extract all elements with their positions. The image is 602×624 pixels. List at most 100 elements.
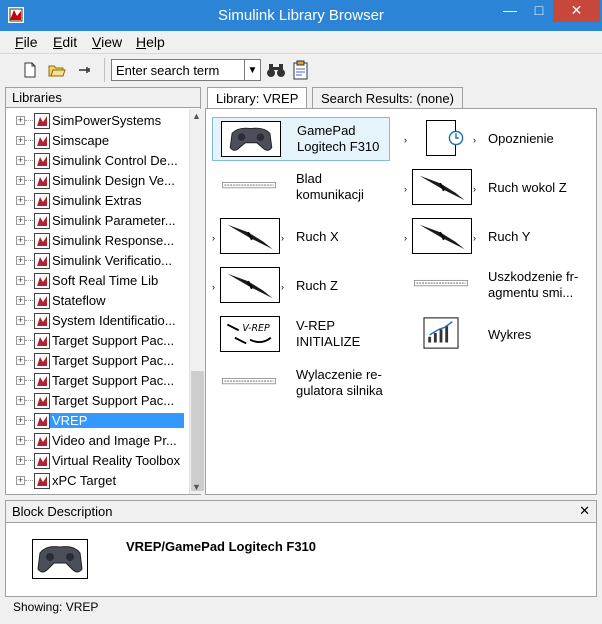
- tree-item-label: Simulink Response...: [52, 233, 175, 248]
- tab-search-results[interactable]: Search Results: (none): [312, 87, 463, 109]
- block-opoznienie[interactable]: › › Opoznienie: [404, 117, 582, 161]
- expand-icon[interactable]: +: [16, 136, 25, 145]
- tree-item-library[interactable]: + Simulink Parameter...: [6, 211, 184, 231]
- library-icon: [34, 173, 50, 189]
- expand-icon[interactable]: +: [16, 176, 25, 185]
- menu-help[interactable]: Help: [136, 34, 165, 50]
- tree-item-library[interactable]: + Video and Image Pr...: [6, 431, 184, 451]
- search-input[interactable]: Enter search term: [111, 59, 245, 81]
- block-ruch-x[interactable]: › › Ruch X: [212, 215, 390, 259]
- tree-item-library[interactable]: + Stateflow: [6, 291, 184, 311]
- tree-item-label: Soft Real Time Lib: [52, 273, 159, 288]
- block-label: Ruch Z: [296, 278, 338, 293]
- menu-mnemonic: V: [92, 34, 102, 50]
- block-label: V-REP INITIALIZE: [296, 318, 361, 349]
- block-gamepad[interactable]: GamePad Logitech F310: [212, 117, 390, 161]
- block-description-header: Block Description ✕: [6, 501, 596, 523]
- tree-item-label: Stateflow: [52, 293, 106, 308]
- tree-item-label: Target Support Pac...: [52, 393, 175, 408]
- expand-icon[interactable]: +: [16, 296, 25, 305]
- expand-icon[interactable]: +: [16, 116, 25, 125]
- tab-library[interactable]: Library: VREP: [207, 87, 308, 109]
- expand-icon[interactable]: +: [16, 336, 25, 345]
- search-dropdown-icon[interactable]: ▼: [245, 59, 261, 81]
- library-icon: [34, 213, 50, 229]
- close-button[interactable]: ✕: [553, 0, 600, 22]
- tree-item-library[interactable]: + VREP: [6, 411, 184, 431]
- minimize-button[interactable]: —: [496, 0, 524, 22]
- tree-item-library[interactable]: + Simscape: [6, 131, 184, 151]
- text-block-icon: [412, 267, 472, 303]
- tree-item-label: Simulink Extras: [52, 193, 142, 208]
- menu-edit[interactable]: Edit: [53, 34, 77, 50]
- expand-icon[interactable]: +: [16, 196, 25, 205]
- expand-icon[interactable]: +: [16, 316, 25, 325]
- tree-item-library[interactable]: + Soft Real Time Lib: [6, 271, 184, 291]
- block-vrep-initialize[interactable]: V-REP V-REP INITIALIZE: [212, 313, 390, 357]
- libraries-header: Libraries: [6, 88, 200, 108]
- block-label: Opoznienie: [488, 131, 554, 146]
- pin-icon[interactable]: [76, 62, 92, 78]
- library-icon: [34, 113, 50, 129]
- expand-icon[interactable]: +: [16, 356, 25, 365]
- expand-icon[interactable]: +: [16, 456, 25, 465]
- tree-item-library[interactable]: + Target Support Pac...: [6, 331, 184, 351]
- chart-block-icon: [412, 316, 472, 352]
- library-icon: [34, 273, 50, 289]
- blocks-grid: GamePad Logitech F310 › › Opoznienie Blad ko…: [206, 109, 596, 494]
- toolbar-separator: [104, 58, 105, 82]
- menu-file[interactable]: File: [15, 34, 38, 50]
- scroll-up-icon[interactable]: ▲: [192, 111, 201, 121]
- block-ruch-y[interactable]: › › Ruch Y: [404, 215, 582, 259]
- library-icon: [34, 353, 50, 369]
- library-icon: [34, 233, 50, 249]
- libraries-scrollbar[interactable]: ▲ ▼: [189, 109, 204, 494]
- menu-view[interactable]: View: [92, 34, 122, 50]
- expand-icon[interactable]: +: [16, 216, 25, 225]
- tree-item-library[interactable]: + Simulink Extras: [6, 191, 184, 211]
- tree-item-library[interactable]: + Simulink Design Ve...: [6, 171, 184, 191]
- tree-item-library[interactable]: + Simulink Control De...: [6, 151, 184, 171]
- tree-item-library[interactable]: + SimPowerSystems: [6, 111, 184, 131]
- expand-icon[interactable]: +: [16, 156, 25, 165]
- input-port-icon: ›: [404, 233, 407, 243]
- scrollbar-thumb[interactable]: [191, 371, 204, 491]
- block-wykres[interactable]: Wykres: [404, 313, 582, 357]
- library-model-icon[interactable]: [292, 60, 310, 80]
- tree-item-library[interactable]: + Target Support Pac...: [6, 391, 184, 411]
- block-label: Wykres: [488, 327, 532, 342]
- status-bar: Showing: VREP: [13, 600, 99, 614]
- block-uszkodzenie[interactable]: Uszkodzenie fr- agmentu smi...: [404, 264, 582, 308]
- expand-icon[interactable]: +: [16, 256, 25, 265]
- maximize-button[interactable]: □: [525, 0, 553, 22]
- new-document-icon[interactable]: [22, 62, 38, 78]
- library-icon: [34, 433, 50, 449]
- expand-icon[interactable]: +: [16, 416, 25, 425]
- expand-icon[interactable]: +: [16, 476, 25, 485]
- expand-icon[interactable]: +: [16, 376, 25, 385]
- tree-item-library[interactable]: + Simulink Response...: [6, 231, 184, 251]
- expand-icon[interactable]: +: [16, 236, 25, 245]
- title-bar: Simulink Library Browser — □ ✕: [0, 0, 602, 31]
- open-folder-icon[interactable]: [48, 62, 66, 78]
- tree-item-library[interactable]: + Target Support Pac...: [6, 371, 184, 391]
- scroll-down-icon[interactable]: ▼: [192, 482, 201, 492]
- block-blad-komunikacji[interactable]: Blad komunikacji: [212, 166, 390, 210]
- tree-item-library[interactable]: + xPC Target: [6, 471, 184, 491]
- expand-icon[interactable]: +: [16, 436, 25, 445]
- menu-mnemonic: F: [15, 34, 24, 50]
- tree-item-library[interactable]: + Simulink Verificatio...: [6, 251, 184, 271]
- block-ruch-wokol-z[interactable]: › › Ruch wokol Z: [404, 166, 582, 210]
- tree-item-library[interactable]: + Virtual Reality Toolbox: [6, 451, 184, 471]
- binoculars-icon[interactable]: [266, 61, 286, 79]
- expand-icon[interactable]: +: [16, 396, 25, 405]
- library-icon: [34, 373, 50, 389]
- tree-item-library[interactable]: + System Identificatio...: [6, 311, 184, 331]
- block-ruch-z[interactable]: › › Ruch Z: [212, 264, 390, 308]
- expand-icon[interactable]: +: [16, 276, 25, 285]
- tree-item-library[interactable]: + Target Support Pac...: [6, 351, 184, 371]
- close-description-icon[interactable]: ✕: [579, 503, 590, 519]
- library-icon: [34, 313, 50, 329]
- tree-item-label: Target Support Pac...: [52, 373, 175, 388]
- block-wylaczenie[interactable]: Wylaczenie re- gulatora silnika: [212, 362, 390, 406]
